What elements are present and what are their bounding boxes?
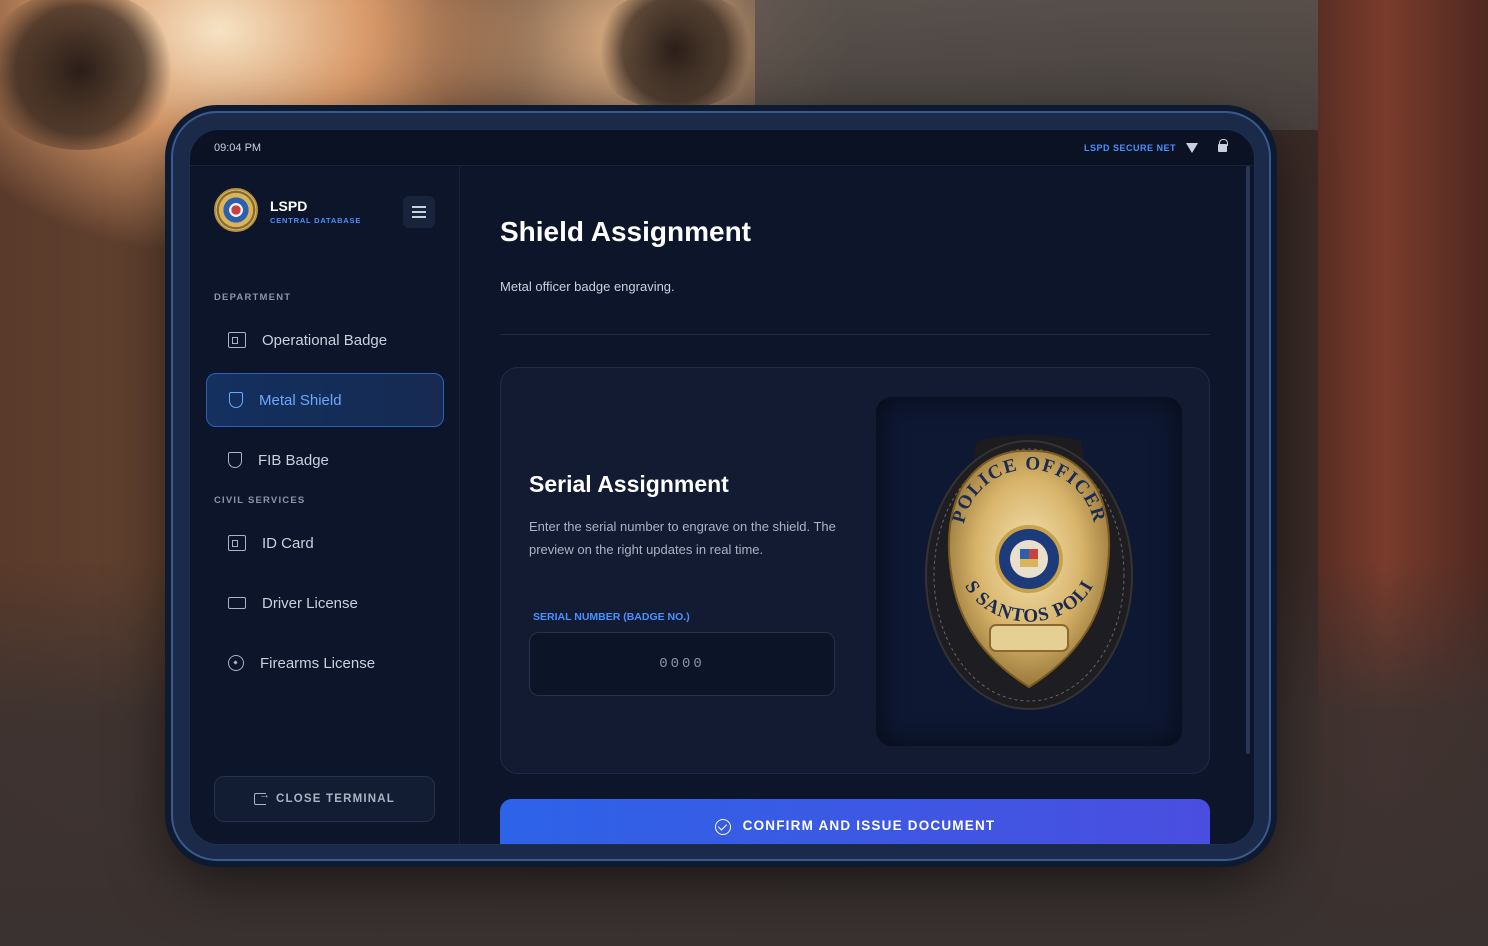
sidebar-item-label: FIB Badge <box>258 451 329 469</box>
id-card-icon <box>228 535 246 551</box>
police-badge-image: POLICE OFFICER LOS SANTOS POLICE <box>922 429 1133 710</box>
lock-icon <box>1218 139 1228 152</box>
sidebar: LSPD CENTRAL DATABASE DEPARTMENT Operati… <box>190 166 460 844</box>
status-bar: 09:04 PM LSPD SECURE NET <box>190 130 1254 166</box>
tablet-screen: 09:04 PM LSPD SECURE NET LSPD CENTRAL DA… <box>189 129 1255 845</box>
serial-number-label: SERIAL NUMBER (BADGE NO.) <box>533 611 690 623</box>
sidebar-item-label: Driver License <box>262 594 358 612</box>
divider <box>500 334 1210 335</box>
hamburger-icon <box>412 211 426 213</box>
serial-assignment-card: Serial Assignment Enter the serial numbe… <box>500 367 1210 774</box>
lspd-seal-icon <box>214 188 258 232</box>
card-description: Enter the serial number to engrave on th… <box>529 519 836 557</box>
logout-icon <box>253 789 270 805</box>
badge-preview: POLICE OFFICER LOS SANTOS POLICE <box>876 397 1182 746</box>
scrollbar[interactable] <box>1246 166 1250 754</box>
wifi-icon <box>1186 143 1198 153</box>
shield-icon <box>229 392 243 408</box>
serial-number-input[interactable] <box>529 632 835 696</box>
sidebar-item-firearms-license[interactable]: Firearms License <box>206 636 444 690</box>
sidebar-item-label: ID Card <box>262 534 314 552</box>
sidebar-item-driver-license[interactable]: Driver License <box>206 576 444 630</box>
id-badge-icon <box>228 332 246 348</box>
status-time: 09:04 PM <box>214 142 262 154</box>
sidebar-item-operational-badge[interactable]: Operational Badge <box>206 313 444 367</box>
page-title: Shield Assignment <box>500 216 752 247</box>
main-content: Shield Assignment Metal officer badge en… <box>460 166 1254 844</box>
card-title: Serial Assignment <box>529 471 729 497</box>
target-icon <box>228 655 244 671</box>
menu-button[interactable] <box>403 196 435 228</box>
hamburger-icon <box>412 216 426 218</box>
background-palm-tree <box>0 0 180 150</box>
background-palm-tree <box>590 0 760 110</box>
section-label-department: DEPARTMENT <box>214 292 292 303</box>
close-terminal-label: CLOSE TERMINAL <box>275 793 396 805</box>
brand-title: LSPD <box>270 198 308 214</box>
sidebar-item-label: Metal Shield <box>259 391 342 409</box>
tablet-frame: 09:04 PM LSPD SECURE NET LSPD CENTRAL DA… <box>171 111 1271 861</box>
close-terminal-button[interactable]: CLOSE TERMINAL <box>214 776 435 822</box>
sidebar-item-label: Operational Badge <box>262 331 388 349</box>
confirm-issue-button[interactable]: CONFIRM AND ISSUE DOCUMENT <box>500 799 1210 844</box>
network-label: LSPD SECURE NET <box>1083 143 1176 153</box>
sidebar-item-fib-badge[interactable]: FIB Badge <box>206 433 444 487</box>
car-icon <box>228 597 246 609</box>
sidebar-item-metal-shield[interactable]: Metal Shield <box>206 373 444 427</box>
sidebar-item-id-card[interactable]: ID Card <box>206 516 444 570</box>
page-subtitle: Metal officer badge engraving. <box>500 279 675 294</box>
brand-subtitle: CENTRAL DATABASE <box>270 216 362 225</box>
check-circle-icon <box>714 819 731 835</box>
confirm-button-label: CONFIRM AND ISSUE DOCUMENT <box>742 818 996 833</box>
hamburger-icon <box>412 206 426 208</box>
sidebar-item-label: Firearms License <box>260 654 376 672</box>
section-label-civil-services: CIVIL SERVICES <box>214 495 306 506</box>
shield-check-icon <box>228 452 242 468</box>
